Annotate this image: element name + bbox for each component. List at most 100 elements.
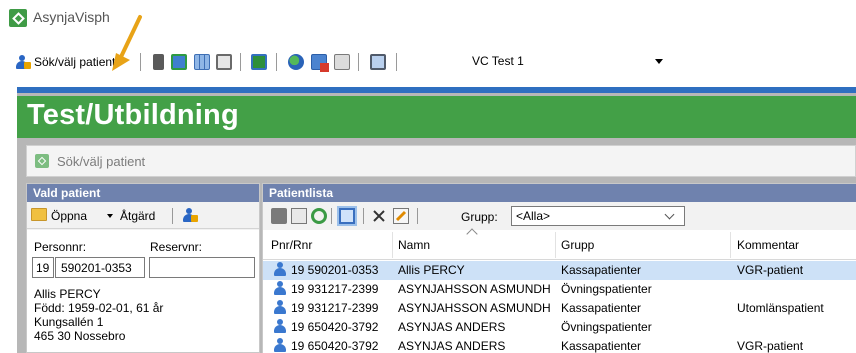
cell-pnr: 19 590201-0353 (291, 263, 379, 277)
personnr-field[interactable]: 590201-0353 (55, 257, 145, 278)
cell-group: Övningspatienter (561, 282, 652, 296)
selected-patient-header: Vald patient (27, 184, 259, 202)
table-row[interactable]: 19 650420-3792 ASYNJAS ANDERS Övningspat… (263, 318, 856, 337)
clipboard-button[interactable] (216, 52, 232, 72)
patient-icon (273, 300, 287, 315)
search-patient-button[interactable]: Sök/välj patient (14, 52, 115, 72)
group-select[interactable]: <Alla> (511, 206, 685, 226)
unit-select[interactable]: VC Test 1 (462, 50, 678, 72)
group-select-value: <Alla> (516, 209, 551, 223)
presentation-button[interactable] (251, 52, 267, 72)
close-icon[interactable] (371, 208, 387, 224)
app-logo-icon (9, 9, 27, 27)
cell-group: Kassapatienter (561, 301, 642, 315)
add-window-button[interactable] (311, 52, 329, 72)
patient-search-button[interactable] (181, 207, 198, 223)
toolbar-divider (172, 208, 173, 224)
toolbar-divider (358, 53, 359, 71)
banner-top-strip (17, 87, 856, 93)
patient-list-header: Patientlista (263, 184, 856, 202)
group-label: Grupp: (461, 210, 498, 224)
patient-list-panel: Patientlista Grupp: <Alla> Pnr/Rnr Namn … (262, 183, 856, 353)
table-header: Pnr/Rnr Namn Grupp Kommentar (263, 228, 856, 260)
cell-name: Allis PERCY (398, 263, 465, 277)
table-row[interactable]: 19 931217-2399 ASYNJAHSSON ASMUNDH Kassa… (263, 299, 856, 318)
main-toolbar: Sök/välj patient (0, 44, 856, 78)
user-search-icon (14, 54, 31, 70)
toolbar-divider (417, 208, 418, 224)
patient-born: Född: 1959-02-01, 61 år (34, 301, 164, 315)
print-preview-icon[interactable] (291, 208, 307, 224)
cell-pnr: 19 931217-2399 (291, 301, 379, 315)
search-patient-header: Sök/välj patient (26, 145, 856, 177)
toolbar-divider (240, 53, 241, 71)
cell-pnr: 19 931217-2399 (291, 282, 379, 296)
cell-pnr: 19 650420-3792 (291, 339, 379, 353)
folder-open-icon[interactable] (31, 208, 47, 221)
selected-patient-panel: Vald patient Öppna Åtgärd Personnr: Rese… (26, 183, 260, 353)
app-logo-icon (35, 154, 49, 168)
table-row[interactable]: 19 931217-2399 ASYNJAHSSON ASMUNDH Övnin… (263, 280, 856, 299)
toolbar-divider (276, 53, 277, 71)
search-patient-label: Sök/välj patient (34, 55, 116, 69)
column-header-pnr[interactable]: Pnr/Rnr (271, 238, 312, 252)
unit-select-value: VC Test 1 (472, 54, 524, 68)
column-divider[interactable] (555, 232, 556, 258)
patient-name: Allis PERCY (34, 287, 101, 301)
cell-group: Kassapatienter (561, 339, 642, 353)
patient-icon (273, 319, 287, 334)
sort-ascending-icon (466, 228, 478, 240)
globe-icon (288, 54, 304, 70)
globe-button[interactable] (288, 52, 304, 72)
personnr-century-field[interactable]: 19 (32, 257, 54, 278)
toolbar-divider (331, 208, 332, 224)
monitor-icon (370, 54, 386, 70)
cell-name: ASYNJAHSSON ASMUNDH (398, 282, 551, 296)
presentation-icon (251, 54, 267, 70)
open-button[interactable]: Öppna (51, 209, 87, 223)
monitor-button[interactable] (370, 52, 386, 72)
patient-icon (273, 338, 287, 353)
users-icon (171, 54, 187, 70)
patient-icon (273, 262, 287, 277)
users-button[interactable] (171, 52, 187, 72)
message-button[interactable] (334, 52, 350, 72)
edit-icon[interactable] (393, 208, 409, 224)
patient-table: Pnr/Rnr Namn Grupp Kommentar 19 590201-0… (263, 228, 856, 353)
window-layout-icon[interactable] (339, 208, 355, 224)
column-divider[interactable] (392, 232, 393, 258)
environment-title: Test/Utbildning (27, 99, 239, 131)
patient-details: Personnr: Reservnr: 19 590201-0353 Allis… (27, 230, 259, 352)
note-button[interactable] (151, 52, 164, 72)
chevron-down-icon[interactable] (107, 214, 113, 218)
note-icon (153, 54, 164, 70)
personnr-label: Personnr: (34, 240, 87, 254)
table-row[interactable]: 19 650420-3792 ASYNJAS ANDERS Kassapatie… (263, 337, 856, 353)
table-row[interactable]: 19 590201-0353 Allis PERCY Kassapatiente… (263, 261, 856, 280)
action-menu[interactable]: Åtgärd (120, 209, 155, 223)
patient-info: Allis PERCY Född: 1959-02-01, 61 år Kung… (34, 287, 163, 343)
print-icon[interactable] (271, 208, 287, 224)
user-search-icon (181, 207, 198, 223)
refresh-icon[interactable] (311, 208, 327, 224)
environment-banner: Test/Utbildning (17, 96, 856, 138)
grid-button[interactable] (194, 52, 210, 72)
cell-name: ASYNJAHSSON ASMUNDH (398, 301, 551, 315)
column-header-name[interactable]: Namn (398, 238, 430, 252)
column-header-comment[interactable]: Kommentar (737, 238, 799, 252)
cell-name: ASYNJAS ANDERS (398, 320, 506, 334)
grid-icon (194, 54, 210, 70)
cell-name: ASYNJAS ANDERS (398, 339, 506, 353)
cell-comment: Utomlänspatient (737, 301, 824, 315)
patient-street: Kungsallén 1 (34, 315, 104, 329)
cell-comment: VGR-patient (737, 263, 804, 277)
reservnr-field[interactable] (149, 257, 255, 278)
column-divider[interactable] (730, 232, 731, 258)
title-bar: AsynjaVisph (0, 0, 856, 36)
cell-pnr: 19 650420-3792 (291, 320, 379, 334)
toolbar-divider (396, 53, 397, 71)
message-icon (334, 54, 350, 70)
column-header-group[interactable]: Grupp (561, 238, 594, 252)
cell-group: Kassapatienter (561, 263, 642, 277)
patient-icon (273, 281, 287, 296)
